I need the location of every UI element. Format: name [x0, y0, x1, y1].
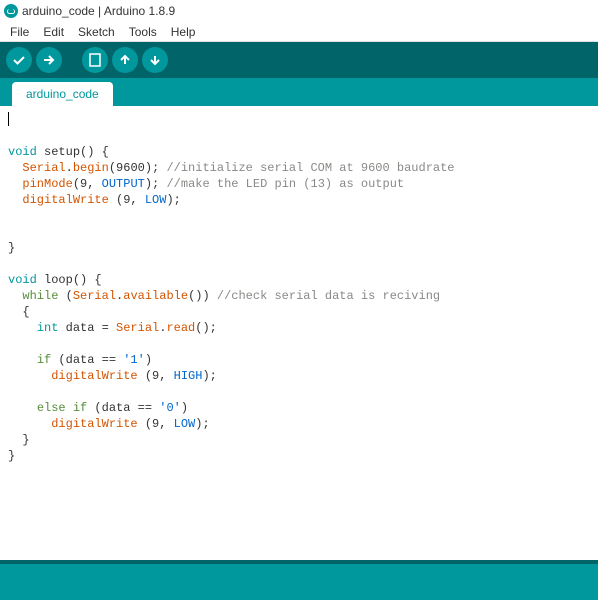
code-token: (); — [195, 321, 217, 335]
code-token: void — [8, 273, 37, 287]
code-token: else if — [37, 401, 87, 415]
tabbar: arduino_code — [0, 78, 598, 106]
new-file-icon — [89, 53, 101, 67]
code-token: loop() { — [37, 273, 102, 287]
code-token: ) — [181, 401, 188, 415]
open-button[interactable] — [112, 47, 138, 73]
code-token: digitalWrite — [51, 417, 137, 431]
code-token: while — [22, 289, 58, 303]
code-token: '0' — [159, 401, 181, 415]
code-token: (data == — [51, 353, 123, 367]
code-token — [8, 161, 22, 175]
code-token: ( — [58, 289, 72, 303]
code-token: LOW — [174, 417, 196, 431]
text-cursor — [8, 112, 9, 126]
code-token: int — [37, 321, 59, 335]
menu-tools[interactable]: Tools — [123, 23, 163, 41]
statusbar — [0, 560, 598, 600]
check-icon — [12, 53, 26, 67]
window-title: arduino_code | Arduino 1.8.9 — [22, 4, 175, 18]
code-token: HIGH — [174, 369, 203, 383]
code-token: (9, — [138, 417, 174, 431]
code-token: setup() { — [37, 145, 109, 159]
code-token: //check serial data is reciving — [217, 289, 440, 303]
code-token: ); — [145, 177, 167, 191]
code-token — [8, 193, 22, 207]
code-token: Serial — [22, 161, 65, 175]
code-token — [8, 321, 37, 335]
code-token: data = — [58, 321, 116, 335]
toolbar — [0, 42, 598, 78]
code-token: Serial — [73, 289, 116, 303]
code-token: ); — [166, 193, 180, 207]
code-token: } — [8, 449, 15, 463]
code-token: if — [37, 353, 51, 367]
code-token: //make the LED pin (13) as output — [166, 177, 404, 191]
titlebar: arduino_code | Arduino 1.8.9 — [0, 0, 598, 22]
code-token: digitalWrite — [22, 193, 108, 207]
arrow-up-icon — [118, 53, 132, 67]
code-token: OUTPUT — [102, 177, 145, 191]
code-token — [8, 401, 37, 415]
code-token: (9, — [73, 177, 102, 191]
code-token — [8, 177, 22, 191]
code-token: pinMode — [22, 177, 72, 191]
save-button[interactable] — [142, 47, 168, 73]
code-token — [8, 289, 22, 303]
code-token: ) — [145, 353, 152, 367]
menu-sketch[interactable]: Sketch — [72, 23, 121, 41]
code-token: //initialize serial COM at 9600 baudrate — [166, 161, 454, 175]
new-button[interactable] — [82, 47, 108, 73]
code-token: } — [8, 241, 15, 255]
code-token: '1' — [123, 353, 145, 367]
menu-file[interactable]: File — [4, 23, 35, 41]
code-token: available — [123, 289, 188, 303]
code-token — [8, 417, 51, 431]
arduino-app-icon — [4, 4, 18, 18]
code-token: (data == — [87, 401, 159, 415]
menubar: File Edit Sketch Tools Help — [0, 22, 598, 42]
code-token: digitalWrite — [51, 369, 137, 383]
code-token: read — [166, 321, 195, 335]
code-token: LOW — [145, 193, 167, 207]
code-token: ); — [202, 369, 216, 383]
code-token: (9, — [109, 193, 145, 207]
code-token: Serial — [116, 321, 159, 335]
code-token: { — [8, 305, 30, 319]
code-token: begin — [73, 161, 109, 175]
code-token: } — [8, 433, 30, 447]
arrow-right-icon — [42, 53, 56, 67]
code-token: (9600); — [109, 161, 167, 175]
code-editor[interactable]: void setup() { Serial.begin(9600); //ini… — [0, 106, 598, 560]
code-token: ()) — [188, 289, 217, 303]
code-token — [8, 369, 51, 383]
verify-button[interactable] — [6, 47, 32, 73]
code-token: (9, — [138, 369, 174, 383]
arrow-down-icon — [148, 53, 162, 67]
menu-help[interactable]: Help — [165, 23, 202, 41]
code-token: . — [66, 161, 73, 175]
code-token: void — [8, 145, 37, 159]
code-token: ); — [195, 417, 209, 431]
menu-edit[interactable]: Edit — [37, 23, 70, 41]
tab-sketch[interactable]: arduino_code — [12, 82, 113, 106]
upload-button[interactable] — [36, 47, 62, 73]
code-token — [8, 353, 37, 367]
